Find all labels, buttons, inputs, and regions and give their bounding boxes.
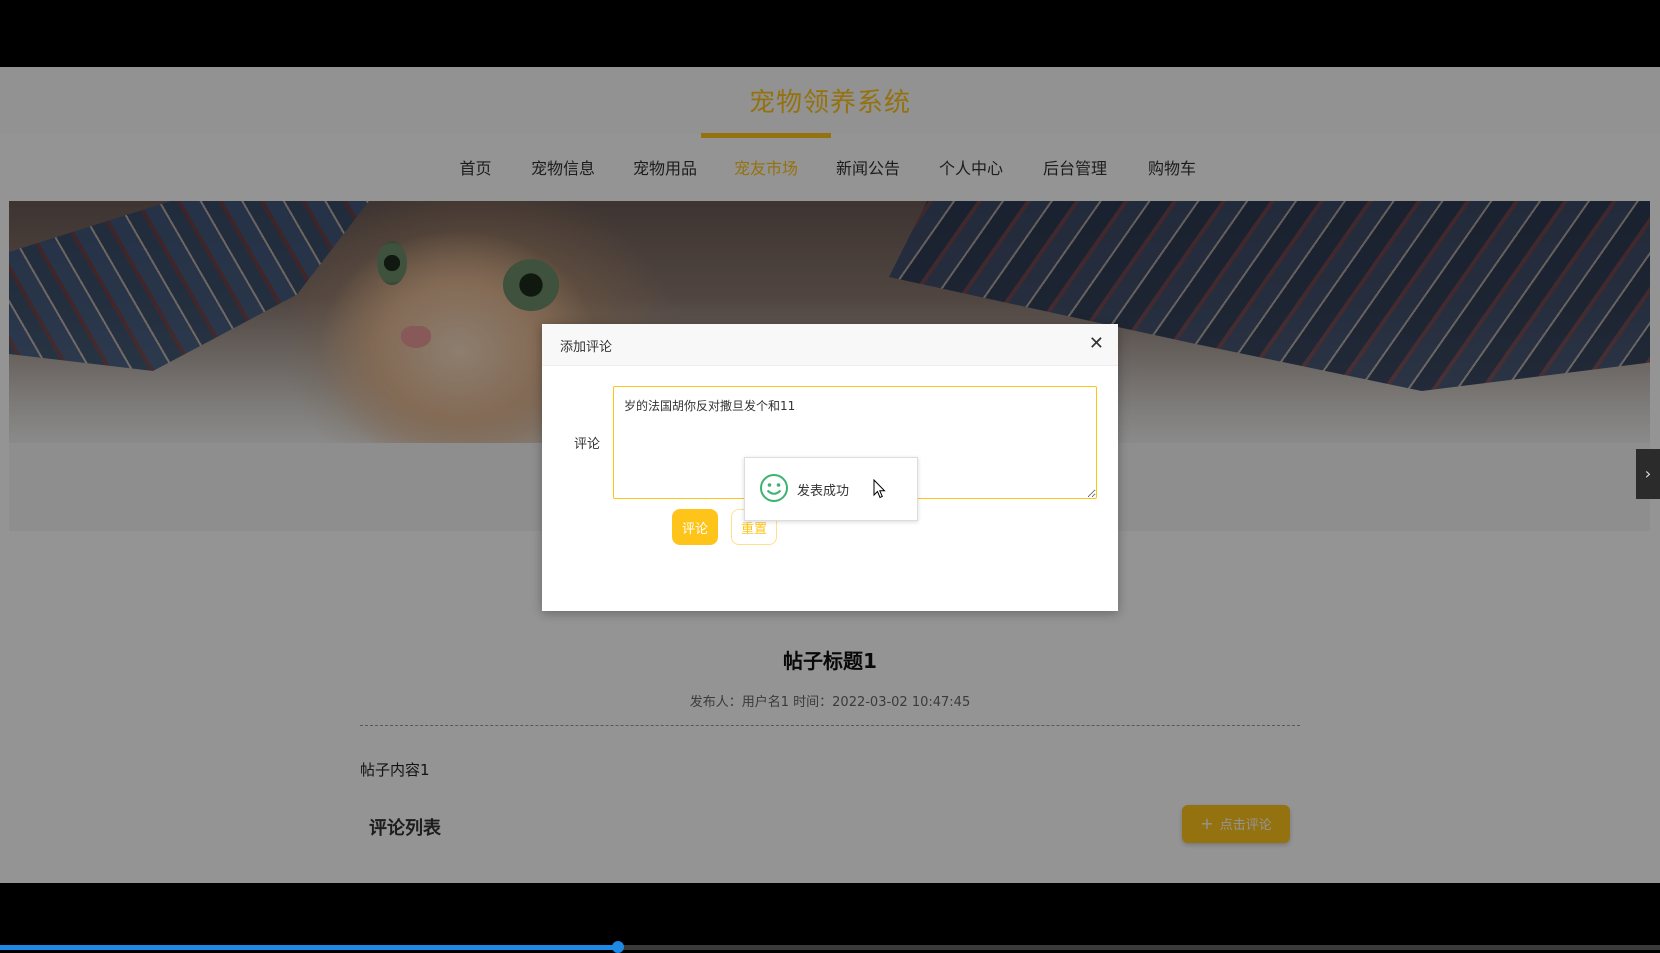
mouse-cursor-icon <box>873 479 886 499</box>
toast-message: 发表成功 <box>797 484 850 499</box>
browser-frame: 宠物领养系统 首页 宠物信息 宠物用品 宠友市场 新闻公告 个人中心 后台管理 … <box>0 67 1660 883</box>
dialog-header: 添加评论 ✕ <box>542 324 1118 366</box>
smile-icon <box>760 474 788 502</box>
dialog-title: 添加评论 <box>560 340 613 355</box>
submit-comment-button[interactable]: 评论 <box>672 509 718 545</box>
video-progress-fill <box>0 945 618 950</box>
video-progress-knob[interactable] <box>611 941 624 953</box>
chevron-right-icon[interactable]: › <box>1636 449 1660 499</box>
success-toast: 发表成功 <box>744 457 918 521</box>
comment-field-label: 评论 <box>574 437 601 452</box>
video-progress-bar[interactable] <box>0 941 1660 953</box>
close-icon[interactable]: ✕ <box>1089 333 1104 354</box>
